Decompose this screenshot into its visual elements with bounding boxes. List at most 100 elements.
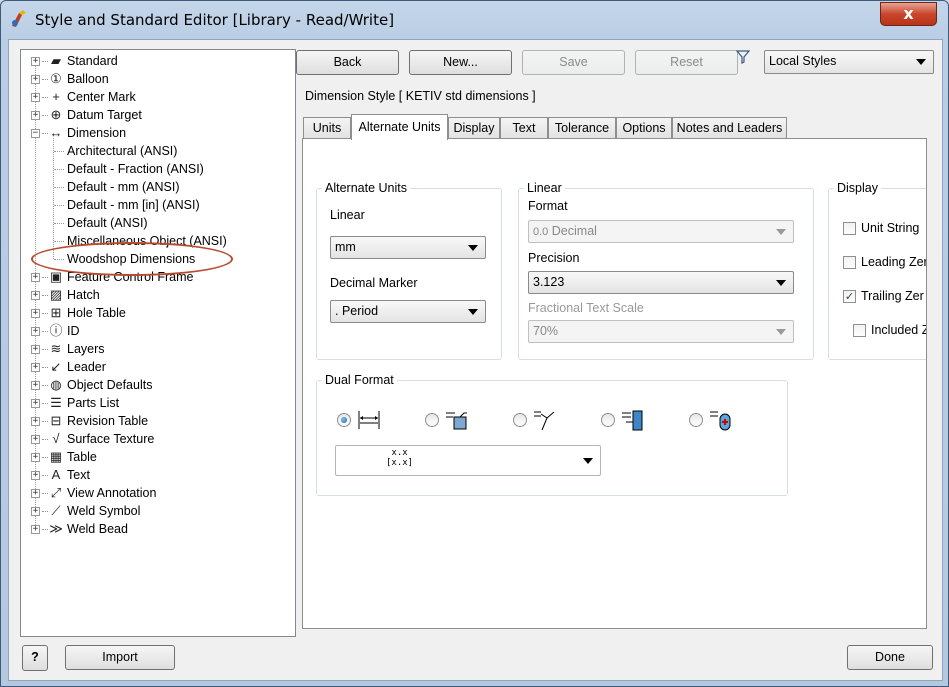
tree-style-default-mm-in-ansi[interactable]: Default - mm [in] (ANSI) [21, 196, 291, 214]
expand-icon[interactable]: + [31, 489, 40, 498]
tree-connector [54, 205, 64, 206]
unit-string-checkbox[interactable] [843, 222, 856, 235]
new-button[interactable]: New... [409, 50, 512, 75]
tree-category-id[interactable]: + ⓘ ID [21, 322, 291, 340]
preview-alternate: [x.x] [386, 458, 414, 468]
collapse-icon[interactable]: − [31, 129, 40, 138]
expand-icon[interactable]: + [31, 273, 40, 282]
tab-text[interactable]: Text [500, 117, 548, 139]
fractional-text-scale-dropdown[interactable]: 70% [528, 320, 794, 343]
tab-alternate-units[interactable]: Alternate Units [351, 114, 448, 140]
dual-format-group: Dual Format x.x [x.x] [316, 373, 788, 496]
tree-category-view-annotation[interactable]: + ⤢ View Annotation [21, 484, 291, 502]
dual-format-group-title: Dual Format [322, 373, 397, 387]
close-icon[interactable]: x [903, 4, 913, 23]
dual-format-radio-bubble[interactable] [689, 413, 703, 427]
tree-category-balloon[interactable]: + ① Balloon [21, 70, 291, 88]
alt-linear-dropdown[interactable]: mm [330, 236, 486, 259]
leading-zeros-checkbox[interactable] [843, 256, 856, 269]
fractional-text-scale-value: 70% [533, 324, 559, 338]
tree-category-weld-bead[interactable]: + ≫ Weld Bead [21, 520, 291, 538]
dual-format-preview-dropdown[interactable]: x.x [x.x] [335, 445, 601, 476]
help-button[interactable]: ? [22, 645, 48, 671]
tree-category-object-defaults[interactable]: + ◍ Object Defaults [21, 376, 291, 394]
dual-format-radio-branch[interactable] [513, 413, 527, 427]
expand-icon[interactable]: + [31, 309, 40, 318]
revision-table-icon: ⊟ [50, 413, 62, 428]
back-button[interactable]: Back [296, 50, 399, 75]
tree-category-hole-table[interactable]: + ⊞ Hole Table [21, 304, 291, 322]
dual-format-radio-inline[interactable] [337, 413, 351, 427]
expand-icon[interactable]: + [31, 381, 40, 390]
tab-display[interactable]: Display [448, 117, 500, 139]
tree-category-center-mark[interactable]: + + Center Mark [21, 88, 291, 106]
tree-category-text[interactable]: + A Text [21, 466, 291, 484]
expand-icon[interactable]: + [31, 417, 40, 426]
dual-format-radio-box[interactable] [425, 413, 439, 427]
expand-icon[interactable]: + [31, 453, 40, 462]
expand-icon[interactable]: + [31, 525, 40, 534]
tree-item-label: Default - Fraction (ANSI) [67, 162, 204, 176]
expand-icon[interactable]: + [31, 399, 40, 408]
tree-category-revision-table[interactable]: + ⊟ Revision Table [21, 412, 291, 430]
expand-icon[interactable]: + [31, 75, 40, 84]
tree-style-default-fraction-ansi[interactable]: Default - Fraction (ANSI) [21, 160, 291, 178]
expand-icon[interactable]: + [31, 363, 40, 372]
import-button[interactable]: Import [65, 645, 175, 670]
trailing-zeros-checkbox[interactable]: ✓ [843, 290, 856, 303]
format-dropdown[interactable]: 0.0 Decimal [528, 220, 794, 243]
tree-style-default-ansi[interactable]: Default (ANSI) [21, 214, 291, 232]
precision-dropdown[interactable]: 3.123 [528, 271, 794, 294]
tree-item-label: Weld Symbol [67, 504, 141, 518]
dual-format-radio-stacked[interactable] [601, 413, 615, 427]
tree-category-table[interactable]: + ▦ Table [21, 448, 291, 466]
reset-button[interactable]: Reset [635, 50, 738, 75]
tree-category-dimension[interactable]: − ↔ Dimension [21, 124, 291, 142]
style-filter-dropdown[interactable]: Local Styles [764, 50, 934, 74]
expand-icon[interactable]: + [31, 507, 40, 516]
expand-icon[interactable]: + [31, 435, 40, 444]
expand-icon[interactable]: + [31, 57, 40, 66]
tree-category-datum-target[interactable]: + ⊕ Datum Target [21, 106, 291, 124]
tab-units[interactable]: Units [303, 117, 351, 139]
save-button[interactable]: Save [522, 50, 625, 75]
tree-category-weld-symbol[interactable]: + ⟋ Weld Symbol [21, 502, 291, 520]
center-mark-icon: + [52, 89, 60, 104]
style-tree[interactable]: + ▰ Standard + ① Balloon + + Center Mark + ⊕ Datum … [20, 49, 296, 637]
tree-item-label: Datum Target [67, 108, 142, 122]
tree-category-standard[interactable]: + ▰ Standard [21, 52, 291, 70]
tree-category-surface-texture[interactable]: + √ Surface Texture [21, 430, 291, 448]
tree-item-label: Default (ANSI) [67, 216, 148, 230]
expand-icon[interactable]: + [31, 345, 40, 354]
chevron-down-icon [583, 458, 593, 464]
tree-item-label: ID [67, 324, 80, 338]
linear-group: Linear Format 0.0 Decimal Precision 3.12… [518, 181, 814, 360]
expand-icon[interactable]: + [31, 291, 40, 300]
tree-category-hatch[interactable]: + ▨ Hatch [21, 286, 291, 304]
tree-connector [54, 241, 64, 242]
included-zeros-checkbox[interactable] [853, 324, 866, 337]
tree-connector [54, 151, 64, 152]
expand-icon[interactable]: + [31, 327, 40, 336]
tree-style-default-mm-ansi[interactable]: Default - mm (ANSI) [21, 178, 291, 196]
fractional-text-scale-label: Fractional Text Scale [528, 301, 644, 315]
help-icon[interactable]: ? [31, 650, 39, 664]
tab-options[interactable]: Options [616, 117, 672, 139]
tree-category-leader[interactable]: + ↙ Leader [21, 358, 291, 376]
decimal-marker-value: . Period [335, 304, 379, 318]
expand-icon[interactable]: + [31, 471, 40, 480]
filter-icon[interactable] [736, 50, 750, 64]
tree-category-layers[interactable]: + ≋ Layers [21, 340, 291, 358]
done-button[interactable]: Done [847, 645, 933, 670]
tree-category-parts-list[interactable]: + ☰ Parts List [21, 394, 291, 412]
chevron-down-icon [776, 229, 786, 235]
expand-icon[interactable]: + [31, 111, 40, 120]
trailing-zeros-label: Trailing Zer [861, 289, 924, 303]
tab-notes-and-leaders[interactable]: Notes and Leaders [672, 117, 787, 139]
tab-tolerance[interactable]: Tolerance [548, 117, 616, 139]
decimal-marker-dropdown[interactable]: . Period [330, 300, 486, 323]
tree-style-architectural-ansi[interactable]: Architectural (ANSI) [21, 142, 291, 160]
expand-icon[interactable]: + [31, 93, 40, 102]
close-button[interactable]: x [880, 2, 937, 26]
text-icon: A [51, 467, 61, 482]
